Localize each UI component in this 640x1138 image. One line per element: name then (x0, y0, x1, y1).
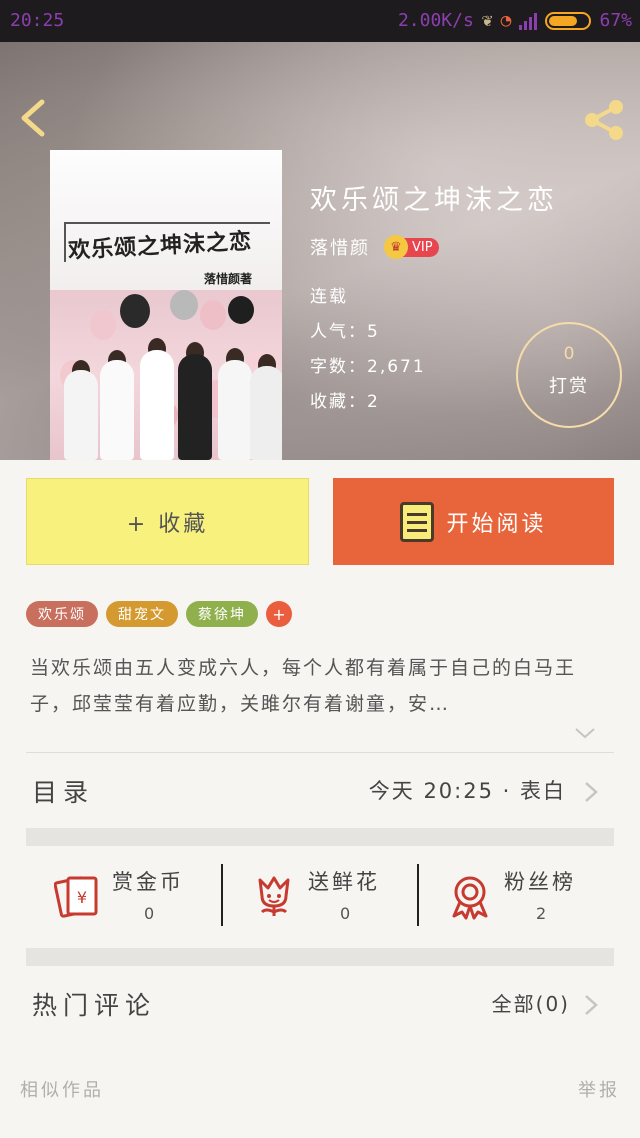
battery-percent: 67% (599, 10, 632, 31)
reward-label: 打赏 (549, 376, 589, 397)
flower-icon (258, 876, 290, 916)
cover-photo (50, 290, 282, 460)
battery-icon (545, 11, 592, 30)
leaf-icon: ❦ (481, 10, 493, 31)
reward-count: 0 (563, 344, 575, 364)
status-indicators: 2.00K/s ❦ ◔ 67% (398, 10, 632, 31)
book-icon (400, 501, 435, 542)
tag[interactable]: 欢乐颂 (26, 601, 98, 627)
stat-value: 0 (144, 904, 155, 923)
latest-chapter: 今天 20:25 · 表白 (368, 779, 566, 803)
chevron-right-icon (585, 995, 598, 1015)
book-description[interactable]: 当欢乐颂由五人变成六人，每个人都有着属于自己的白马王子，邱莹莹有着应勤，关雎尔有… (30, 650, 610, 722)
stat-value: 0 (340, 904, 351, 923)
comments-title: 热门评论 (32, 991, 157, 1020)
divider (26, 752, 614, 753)
report-link[interactable]: 举报 (578, 1076, 620, 1102)
tag-list: 欢乐颂 甜宠文 蔡徐坤 + (26, 601, 292, 627)
all-comments-link[interactable]: 全部(0) (492, 988, 570, 1017)
red-envelope-icon: ¥ (54, 876, 98, 918)
stat-label: 粉丝榜 (504, 870, 576, 894)
vip-badge: ♛ VIP (384, 235, 439, 259)
section-separator (26, 828, 614, 846)
stat-label: 赏金币 (112, 870, 184, 894)
book-title: 欢乐颂之坤沫之恋 (310, 185, 558, 216)
toc-title: 目录 (32, 778, 95, 807)
crown-icon: ♛ (384, 235, 408, 259)
chevron-right-icon (585, 782, 598, 802)
status-time: 20:25 (10, 10, 65, 31)
support-stats: ¥ 赏金币 0 送鲜花 0 粉丝榜 2 (26, 848, 614, 948)
start-reading-button[interactable]: 开始阅读 (333, 478, 614, 565)
chevron-down-icon[interactable] (574, 722, 596, 744)
reward-coins-item[interactable]: ¥ 赏金币 0 (26, 848, 222, 948)
similar-works-link[interactable]: 相似作品 (20, 1076, 104, 1102)
share-icon[interactable] (580, 98, 628, 142)
tag[interactable]: 甜宠文 (106, 601, 178, 627)
signal-icon (519, 12, 538, 30)
wifi-icon: ◔ (500, 10, 512, 31)
send-flowers-item[interactable]: 送鲜花 0 (222, 848, 418, 948)
start-reading-label: 开始阅读 (446, 511, 547, 537)
word-count: 字数：2,671 (310, 357, 426, 377)
collect-label: + 收藏 (126, 511, 209, 537)
status-bar: 20:25 2.00K/s ❦ ◔ 67% (0, 0, 640, 42)
book-cover[interactable]: 欢乐颂之坤沫之恋 落惜颜著 (50, 150, 282, 460)
serial-status: 连载 (310, 287, 348, 307)
fan-ranking-item[interactable]: 粉丝榜 2 (418, 848, 614, 948)
toc-row[interactable]: 目录 今天 20:25 · 表白 (26, 755, 614, 825)
network-speed: 2.00K/s (397, 10, 474, 31)
svg-text:¥: ¥ (77, 888, 87, 907)
popularity: 人气：5 (310, 322, 380, 342)
reward-button[interactable]: 0 打赏 (516, 322, 622, 428)
add-tag-button[interactable]: + (266, 601, 292, 627)
tag[interactable]: 蔡徐坤 (186, 601, 258, 627)
medal-icon (452, 876, 488, 920)
author-row: 落惜颜 ♛ VIP (310, 234, 439, 260)
stat-value: 2 (536, 904, 547, 923)
stat-label: 送鲜花 (308, 870, 380, 894)
favorites-count: 收藏：2 (310, 392, 380, 412)
book-header: 欢乐颂之坤沫之恋 落惜颜著 欢乐颂之坤沫之恋 落惜颜 ♛ VIP 连载 人气：5… (0, 42, 640, 460)
collect-button[interactable]: + 收藏 (26, 478, 309, 565)
back-icon[interactable] (14, 98, 54, 138)
hot-comments-row[interactable]: 热门评论 全部(0) (26, 968, 614, 1038)
cover-author: 落惜颜著 (203, 272, 252, 286)
author-name[interactable]: 落惜颜 (310, 234, 370, 260)
section-separator (26, 948, 614, 966)
